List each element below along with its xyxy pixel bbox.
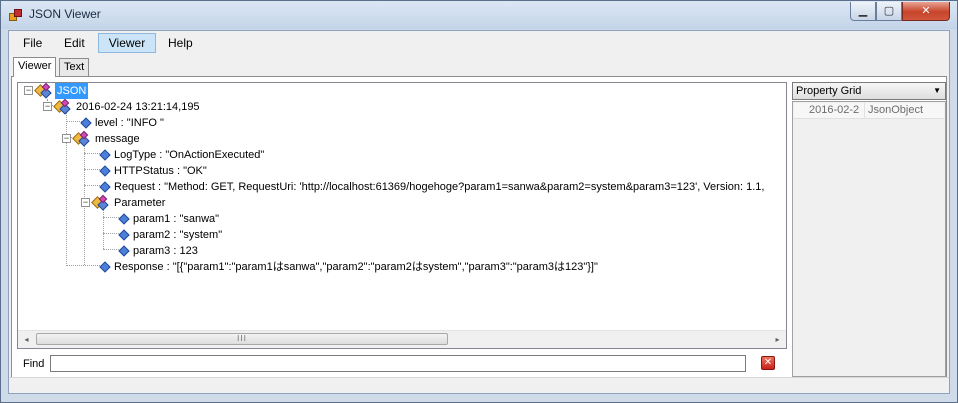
- tree-node-label: Response : "[{"param1":"param1はsanwa","p…: [114, 261, 598, 273]
- tree-node-parameter[interactable]: − Parameter: [18, 194, 786, 211]
- tree-node-label: Parameter: [114, 197, 166, 209]
- property-panel: Property Grid ▼ 2016-02-2 JsonObject: [792, 82, 946, 377]
- tree-node-message[interactable]: − message: [18, 130, 786, 147]
- json-value-icon: [99, 165, 111, 177]
- tree-node-entry[interactable]: − 2016-02-24 13:21:14,195: [18, 98, 786, 115]
- property-row[interactable]: 2016-02-2 JsonObject: [794, 103, 944, 119]
- viewer-tab-page: − JSON − 2016-02-24 13:21:14,195 level :…: [11, 76, 947, 378]
- json-object-icon: [91, 194, 109, 211]
- menu-viewer[interactable]: Viewer: [98, 33, 156, 53]
- property-divider[interactable]: [864, 103, 865, 118]
- minimize-icon: ▁: [858, 4, 868, 17]
- client-area: File Edit Viewer Help Viewer Text − JSON…: [8, 30, 950, 394]
- json-value-icon: [99, 261, 111, 273]
- tree-node-label: Request : "Method: GET, RequestUri: 'htt…: [114, 181, 765, 193]
- title-bar[interactable]: JSON Viewer ▁ ▢ ✕: [1, 1, 957, 29]
- collapse-icon[interactable]: −: [81, 198, 90, 207]
- property-value: JsonObject: [868, 104, 924, 116]
- tree-node-root[interactable]: − JSON: [18, 83, 786, 99]
- maximize-button[interactable]: ▢: [876, 2, 902, 21]
- clear-find-button[interactable]: ✕: [761, 356, 775, 370]
- tree-node-httpstatus[interactable]: HTTPStatus : "OK": [18, 163, 786, 179]
- tree-node-label: message: [95, 133, 140, 145]
- tree-node-label: JSON: [55, 83, 89, 99]
- tree-node-label: LogType : "OnActionExecuted": [114, 149, 265, 161]
- find-label: Find: [23, 358, 45, 370]
- tree-node-label: param2 : "system": [133, 229, 223, 241]
- scroll-left-arrow-icon[interactable]: ◂: [18, 331, 35, 348]
- app-icon: [9, 9, 22, 22]
- property-name: 2016-02-2: [809, 104, 860, 116]
- scroll-thumb[interactable]: III: [36, 333, 448, 345]
- tree-node-label: param1 : "sanwa": [133, 213, 220, 225]
- json-object-icon: [72, 130, 90, 147]
- menu-file[interactable]: File: [17, 33, 48, 53]
- close-button[interactable]: ✕: [902, 2, 950, 21]
- menu-help[interactable]: Help: [161, 33, 200, 53]
- menu-bar: File Edit Viewer Help: [9, 31, 949, 54]
- json-value-icon: [99, 181, 111, 193]
- json-value-icon: [80, 117, 92, 129]
- tree-node-response[interactable]: Response : "[{"param1":"param1はsanwa","p…: [18, 259, 786, 275]
- tab-text[interactable]: Text: [59, 58, 90, 76]
- tree-node-request[interactable]: Request : "Method: GET, RequestUri: 'htt…: [18, 179, 786, 195]
- horizontal-scrollbar[interactable]: ◂ III ▸: [18, 330, 786, 348]
- tree-node-label: 2016-02-24 13:21:14,195: [76, 101, 200, 113]
- tree-node-level[interactable]: level : "INFO ": [18, 115, 786, 131]
- dropdown-arrow-icon: ▼: [933, 86, 941, 95]
- clear-icon: ✕: [763, 357, 773, 368]
- property-grid-selector-label: Property Grid: [796, 85, 862, 97]
- close-icon: ✕: [921, 4, 931, 17]
- json-value-icon: [118, 229, 130, 241]
- tree-node-param3[interactable]: param3 : 123: [18, 243, 786, 259]
- minimize-button[interactable]: ▁: [850, 2, 876, 21]
- tree-content: − JSON − 2016-02-24 13:21:14,195 level :…: [18, 83, 786, 330]
- tree-node-label: param3 : 123: [133, 245, 198, 257]
- json-tree-view[interactable]: − JSON − 2016-02-24 13:21:14,195 level :…: [17, 82, 787, 349]
- status-bar: [9, 377, 949, 393]
- scroll-right-arrow-icon[interactable]: ▸: [769, 331, 786, 348]
- collapse-icon[interactable]: −: [24, 86, 33, 95]
- tree-node-label: HTTPStatus : "OK": [114, 165, 207, 177]
- property-grid-selector[interactable]: Property Grid ▼: [792, 82, 946, 100]
- tab-strip: Viewer Text: [11, 57, 311, 77]
- collapse-icon[interactable]: −: [43, 102, 52, 111]
- tree-node-param1[interactable]: param1 : "sanwa": [18, 211, 786, 227]
- tab-viewer[interactable]: Viewer: [13, 57, 57, 77]
- tree-node-logtype[interactable]: LogType : "OnActionExecuted": [18, 147, 786, 163]
- property-grid[interactable]: 2016-02-2 JsonObject: [792, 101, 946, 377]
- json-value-icon: [99, 149, 111, 161]
- json-value-icon: [118, 245, 130, 257]
- tree-node-label: level : "INFO ": [95, 117, 164, 129]
- json-value-icon: [118, 213, 130, 225]
- json-object-icon: [53, 98, 71, 115]
- find-input[interactable]: [50, 355, 746, 372]
- menu-edit[interactable]: Edit: [57, 33, 92, 53]
- collapse-icon[interactable]: −: [62, 134, 71, 143]
- tree-node-param2[interactable]: param2 : "system": [18, 227, 786, 243]
- app-window: JSON Viewer ▁ ▢ ✕ File Edit Viewer Help …: [0, 0, 958, 403]
- json-object-icon: [34, 83, 52, 99]
- maximize-icon: ▢: [883, 4, 895, 17]
- window-title: JSON Viewer: [29, 7, 101, 21]
